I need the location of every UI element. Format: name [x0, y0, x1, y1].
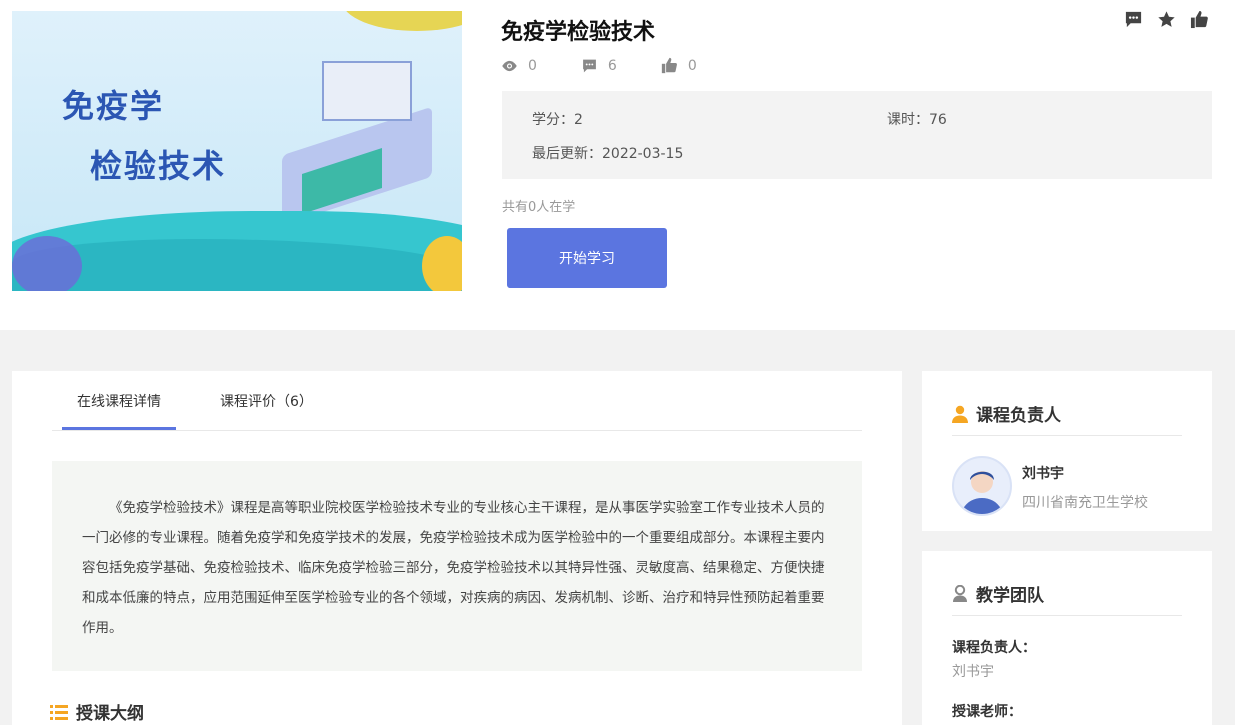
last-updated: 最后更新：2022-03-15: [532, 146, 684, 162]
comment-icon: [583, 59, 596, 72]
tab-course-reviews[interactable]: 课程评价（6）: [220, 391, 313, 411]
active-tab-indicator: [62, 427, 176, 430]
comments-stat: 6: [581, 57, 617, 74]
comments-count: 6: [607, 57, 617, 74]
course-description: 《免疫学检验技术》课程是高等职业院校医学检验技术专业的专业核心主干课程，是从事医…: [52, 461, 862, 671]
credits: 学分：2: [532, 112, 583, 128]
cover-title-line1: 免疫学: [62, 87, 165, 125]
thumbs-up-icon[interactable]: [1190, 10, 1209, 29]
team-owner-name[interactable]: 刘书宇: [952, 661, 994, 681]
course-detail-panel: 在线课程详情 课程评价（6） 《免疫学检验技术》课程是高等职业院校医学检验技术专…: [12, 371, 902, 725]
course-cover-image: 免疫学 检验技术: [12, 11, 462, 291]
views-stat: 0: [501, 57, 537, 74]
owner-heading: 课程负责人: [952, 401, 1061, 426]
tab-course-details[interactable]: 在线课程详情: [77, 391, 161, 411]
course-actions: [1124, 10, 1209, 29]
star-icon[interactable]: [1157, 10, 1176, 29]
likes-stat: 0: [661, 57, 697, 74]
divider: [952, 615, 1182, 616]
cover-illustration: [262, 61, 442, 231]
course-stats: 0 6 0: [501, 57, 741, 74]
team-heading-text: 教学团队: [976, 586, 1044, 606]
cover-plant: [422, 236, 462, 291]
team-heading: 教学团队: [952, 581, 1044, 606]
team-owner-label: 课程负责人：: [952, 640, 1036, 656]
cover-decoration: [342, 11, 462, 31]
comment-icon[interactable]: [1124, 10, 1143, 29]
user-icon: [953, 584, 967, 602]
learners-count: 共有0人在学: [502, 200, 576, 215]
divider: [952, 435, 1182, 436]
eye-icon: [502, 60, 517, 71]
avatar[interactable]: [952, 456, 1012, 516]
class-hours: 课时：76: [887, 112, 947, 128]
views-count: 0: [528, 57, 537, 74]
list-icon: [50, 704, 68, 720]
likes-count: 0: [687, 57, 697, 74]
team-teachers-label: 授课老师：: [952, 704, 1022, 720]
detail-tabs: 在线课程详情 课程评价（6）: [52, 371, 862, 431]
course-owner-card: 课程负责人 刘书宇 四川省南充卫生学校: [922, 371, 1212, 531]
thumbs-up-icon: [661, 57, 677, 74]
outline-title: 授课大纲: [76, 704, 144, 724]
course-header: 免疫学 检验技术 免疫学检验技术 0 6 0 学分：2 课时：76 最后更新：2: [0, 0, 1235, 330]
course-info-panel: 学分：2 课时：76 最后更新：2022-03-15: [502, 91, 1212, 179]
owner-school: 四川省南充卫生学校: [1022, 495, 1148, 511]
start-learning-button[interactable]: 开始学习: [507, 228, 667, 288]
cover-title-line2: 检验技术: [90, 147, 227, 185]
outline-heading: 授课大纲: [50, 699, 144, 724]
teaching-team-card: 教学团队 课程负责人： 刘书宇 授课老师：: [922, 551, 1212, 725]
user-icon: [952, 405, 968, 423]
owner-heading-text: 课程负责人: [976, 406, 1061, 426]
owner-name[interactable]: 刘书宇: [1022, 463, 1064, 483]
cover-plant: [12, 236, 82, 291]
course-title: 免疫学检验技术: [501, 20, 656, 45]
